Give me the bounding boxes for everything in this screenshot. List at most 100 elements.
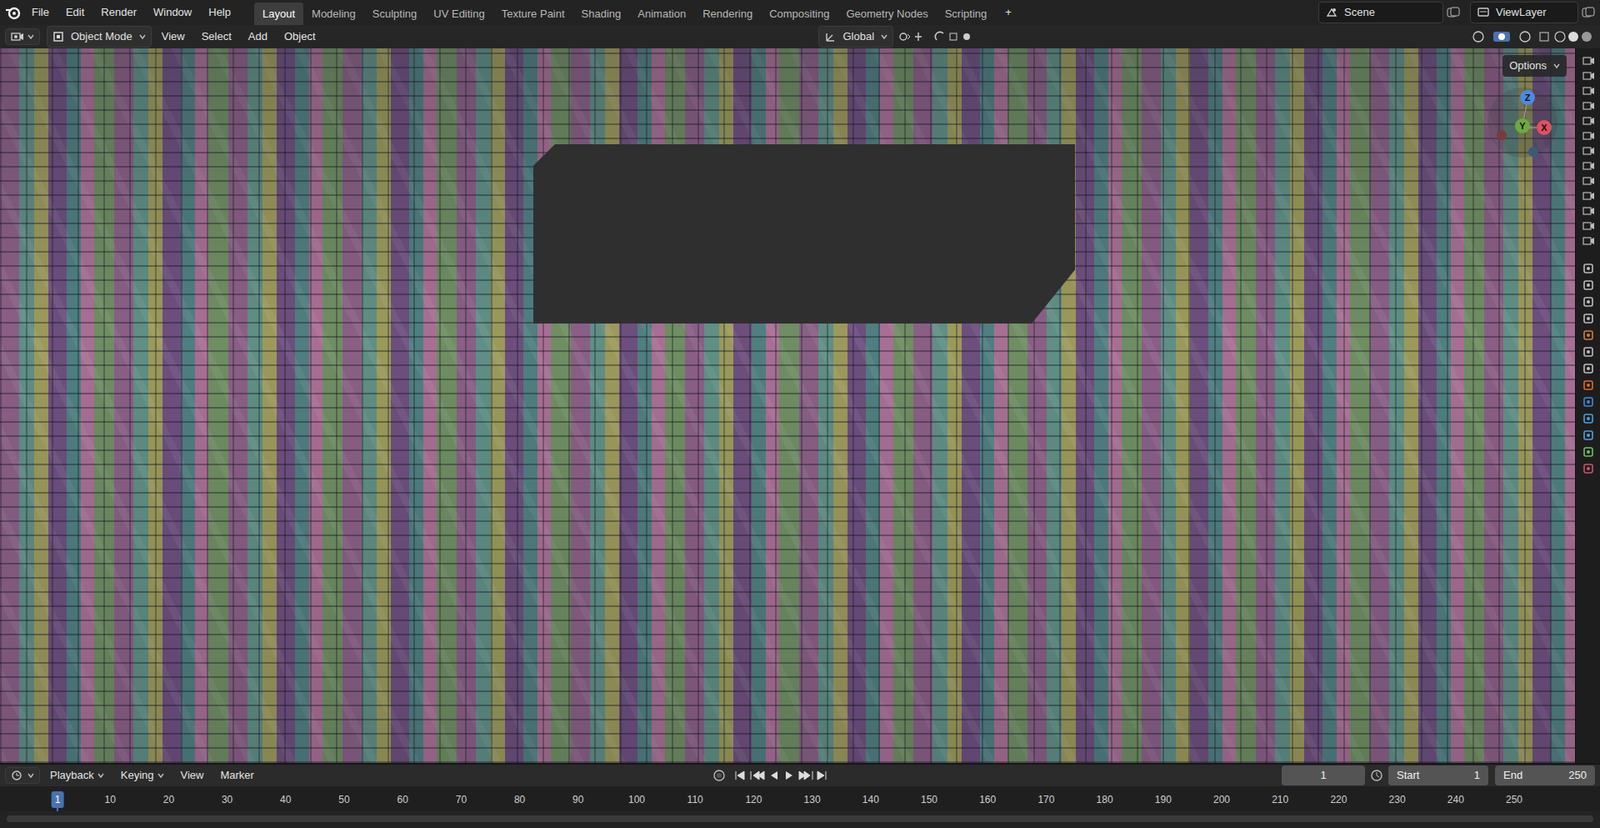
frame-tick[interactable]: 230: [1385, 790, 1410, 808]
timeline-menu[interactable]: Keying: [114, 764, 171, 786]
frame-tick[interactable]: 160: [975, 790, 1000, 808]
viewport-menu[interactable]: Select: [195, 25, 239, 48]
workspace-tab[interactable]: Texture Paint: [493, 2, 574, 26]
render-camera-icon: [1581, 70, 1595, 82]
workspace-tab[interactable]: Rendering: [694, 2, 761, 26]
frame-tick[interactable]: 20: [160, 790, 178, 808]
frame-tick[interactable]: 120: [741, 790, 765, 808]
frame-tick[interactable]: 140: [859, 790, 883, 808]
workspace-tab[interactable]: Geometry Nodes: [837, 2, 936, 26]
timeline-menu[interactable]: Playback: [43, 764, 111, 786]
workspace-label: Texture Paint: [501, 7, 565, 20]
add-workspace-button[interactable]: +: [998, 1, 1019, 24]
playhead[interactable]: [56, 807, 59, 811]
scene-icon: [1325, 6, 1338, 19]
frame-tick[interactable]: 210: [1268, 790, 1292, 808]
frame-tick[interactable]: 10: [101, 790, 120, 808]
property-tab-icon: [1581, 328, 1595, 342]
properties-tabs: [1575, 48, 1600, 763]
axis-dot[interactable]: X: [1536, 120, 1552, 135]
mode-label: Object Mode: [70, 28, 133, 45]
frame-tick[interactable]: 200: [1210, 790, 1234, 808]
frame-tick[interactable]: 180: [1093, 790, 1117, 808]
frame-tick[interactable]: 80: [510, 790, 529, 808]
frame-tick[interactable]: 190: [1151, 790, 1175, 808]
axis-dot[interactable]: Y: [1515, 118, 1530, 134]
frame-tick[interactable]: 1: [51, 790, 65, 808]
workspace-tab[interactable]: Layout: [254, 2, 304, 26]
viewport-menu[interactable]: Object: [277, 25, 323, 48]
render-camera-icon: [1581, 100, 1595, 112]
property-tab-icon: [1581, 395, 1595, 409]
orientation-dropdown[interactable]: Global: [818, 25, 894, 48]
frame-tick[interactable]: 240: [1444, 790, 1468, 808]
workspace-tab[interactable]: Shading: [573, 2, 630, 26]
caret-icon: [27, 771, 35, 779]
playback-controls-icon: [730, 767, 831, 783]
timeline-scrollbar[interactable]: [0, 810, 1600, 828]
frame-tick[interactable]: 110: [684, 790, 707, 808]
property-tab-icon: [1581, 361, 1595, 375]
editor-type-dropdown[interactable]: [5, 766, 40, 784]
view-layer-field[interactable]: ViewLayer: [1470, 1, 1579, 24]
frame-tick[interactable]: 130: [800, 790, 825, 808]
workspace-label: UV Editing: [433, 7, 485, 20]
caret-icon: [1553, 62, 1560, 70]
workspace-tab[interactable]: UV Editing: [425, 2, 493, 26]
editor-type-dropdown[interactable]: [5, 28, 40, 45]
top-bar: FileEditRenderWindowHelp LayoutModeling Sc…: [0, 0, 1600, 25]
start-frame-field[interactable]: Start1: [1388, 765, 1489, 785]
menu-item[interactable]: Edit: [59, 1, 91, 24]
render-camera-icon: [1581, 130, 1595, 142]
frame-tick[interactable]: 170: [1034, 790, 1058, 808]
render-camera-icon: [1581, 55, 1595, 67]
frame-tick[interactable]: 250: [1502, 790, 1526, 808]
caret-icon: [880, 33, 888, 40]
frame-tick[interactable]: 40: [276, 790, 295, 808]
frame-tick[interactable]: 220: [1326, 790, 1350, 808]
timeline-menu[interactable]: View: [174, 764, 211, 786]
object-mode-icon: [52, 30, 65, 43]
scene-name: Scene: [1344, 4, 1375, 21]
frame-tick[interactable]: 30: [218, 790, 236, 808]
frame-tick[interactable]: 50: [335, 790, 353, 808]
viewport-menu[interactable]: View: [155, 25, 192, 48]
viewport[interactable]: Options XYZ: [0, 48, 1575, 763]
render-camera-icon: [1581, 205, 1595, 217]
options-button[interactable]: Options: [1502, 55, 1567, 77]
frame-ruler[interactable]: 1102030405060708090100110120130140150160…: [0, 785, 1600, 811]
menu-item[interactable]: Render: [94, 1, 144, 24]
workspace-tab[interactable]: Scripting: [936, 2, 996, 26]
viewport-menu[interactable]: Add: [241, 25, 275, 48]
workspace-label: Sculpting: [372, 7, 417, 20]
menu-item[interactable]: Window: [146, 1, 199, 24]
end-label: End: [1503, 766, 1523, 784]
timeline-menu[interactable]: Marker: [213, 764, 260, 786]
frame-tick[interactable]: 70: [452, 790, 470, 808]
property-tab-icon: [1581, 311, 1595, 325]
scroll-thumb[interactable]: [6, 815, 1594, 822]
workspace-tab[interactable]: Animation: [629, 2, 695, 26]
menu-item[interactable]: Help: [201, 1, 238, 24]
workspace-tab[interactable]: Sculpting: [364, 2, 425, 26]
axis-dot[interactable]: Z: [1520, 90, 1535, 105]
mode-dropdown[interactable]: Object Mode: [46, 25, 152, 48]
pivot-icon: [896, 30, 930, 44]
frame-tick[interactable]: 150: [917, 790, 941, 808]
property-tab-icon: [1581, 295, 1595, 309]
frame-tick[interactable]: 100: [625, 790, 649, 808]
menu-item[interactable]: File: [25, 1, 56, 24]
frame-tick[interactable]: 90: [569, 790, 587, 808]
snap-icon: [933, 30, 974, 44]
workspace-tab[interactable]: Modeling: [303, 2, 365, 26]
end-value: 250: [1568, 766, 1587, 784]
workspace-label: Geometry Nodes: [845, 7, 928, 20]
navigation-gizmo[interactable]: XYZ: [1485, 85, 1560, 160]
timeline-menu-label: Marker: [220, 766, 254, 784]
workspace-label: Shading: [581, 7, 622, 20]
frame-tick[interactable]: 60: [394, 790, 412, 808]
scene-field[interactable]: Scene: [1318, 1, 1444, 24]
current-frame-field[interactable]: 1: [1281, 765, 1365, 785]
workspace-tab[interactable]: Compositing: [760, 2, 838, 26]
end-frame-field[interactable]: End 250: [1495, 765, 1595, 785]
